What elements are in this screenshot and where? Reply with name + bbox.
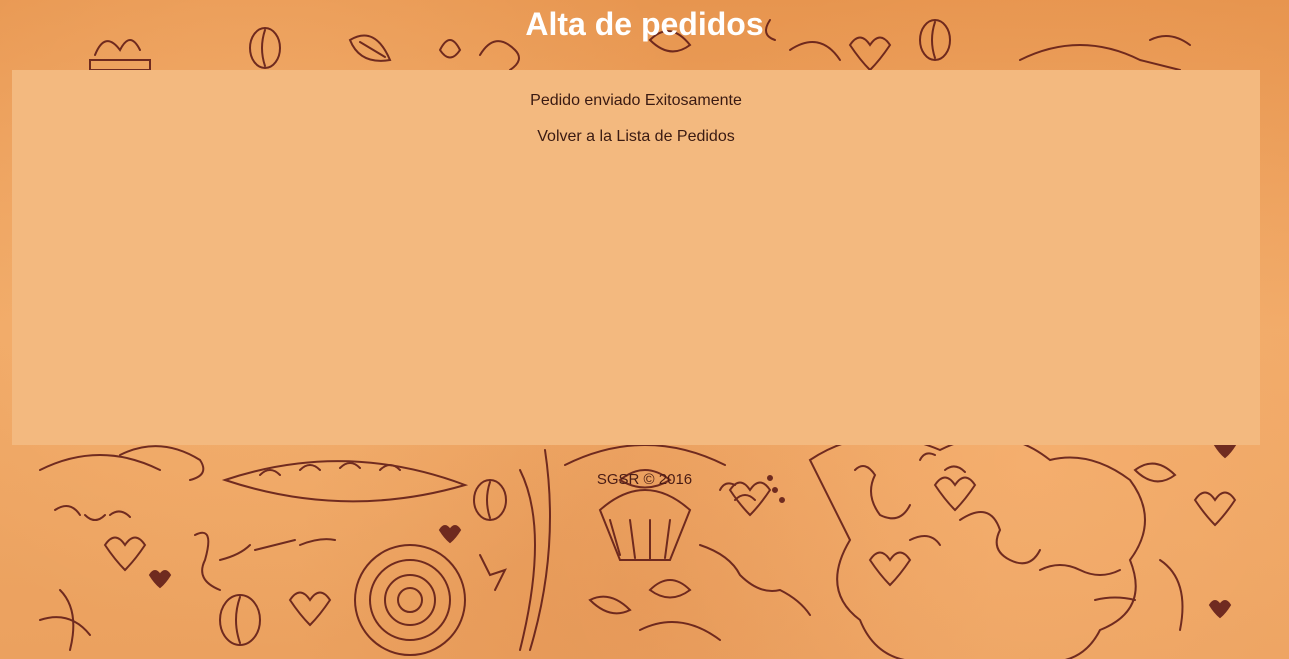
back-to-orders-link[interactable]: Volver a la Lista de Pedidos — [12, 128, 1260, 146]
page-title: Alta de pedidos — [525, 6, 764, 42]
success-message: Pedido enviado Exitosamente — [530, 92, 742, 109]
content-panel: Pedido enviado Exitosamente Volver a la … — [12, 70, 1260, 445]
footer-copyright: SGSR © 2016 — [596, 471, 693, 488]
